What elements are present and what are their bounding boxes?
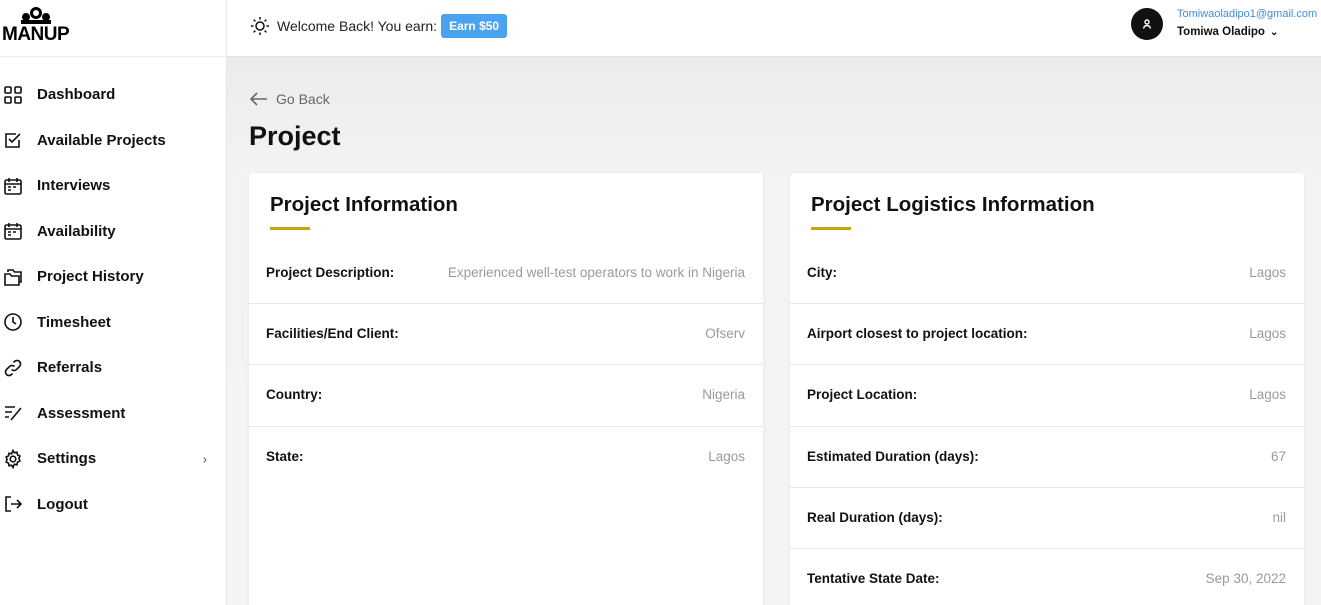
title-underline xyxy=(811,227,851,230)
info-row: Country: Nigeria xyxy=(249,365,763,427)
sidebar-item-label: Settings xyxy=(37,450,97,468)
row-label: Project Description: xyxy=(266,265,395,280)
logistics-row: Real Duration (days): nil xyxy=(790,488,1304,549)
earn-badge[interactable]: Earn $50 xyxy=(441,14,508,38)
page-title: Project xyxy=(249,121,341,151)
grid-icon xyxy=(3,85,23,105)
logistics-rows: City: Lagos Airport closest to project l… xyxy=(790,243,1304,605)
arrow-left-icon xyxy=(250,92,267,106)
sidebar-item-referrals[interactable]: Referrals xyxy=(0,345,227,391)
row-label: Estimated Duration (days): xyxy=(807,448,979,464)
checkbox-icon xyxy=(3,130,23,150)
row-value: Sep 30, 2022 xyxy=(1205,570,1286,586)
sidebar-nav: Dashboard Available Projects Interviews … xyxy=(0,72,227,527)
sidebar-item-interviews[interactable]: Interviews xyxy=(0,163,227,209)
logistics-row: Tentative State Date: Sep 30, 2022 xyxy=(790,549,1304,605)
row-value: Ofserv xyxy=(705,326,745,342)
sidebar-item-settings[interactable]: Settings › xyxy=(0,436,227,482)
logistics-row: Airport closest to project location: Lag… xyxy=(790,304,1304,366)
row-value: Lagos xyxy=(1249,326,1286,342)
gear-icon xyxy=(3,448,23,469)
sidebar: MANUP Dashboard Available Projects Inter… xyxy=(0,0,227,605)
row-value: Lagos xyxy=(708,448,745,464)
sidebar-item-availability[interactable]: Availability xyxy=(0,209,227,255)
logo[interactable]: MANUP xyxy=(0,0,227,57)
logout-icon xyxy=(3,494,23,514)
welcome-text: Welcome Back! You earn: xyxy=(277,18,438,34)
sidebar-item-logout[interactable]: Logout xyxy=(0,482,227,528)
row-label: Tentative State Date: xyxy=(807,570,940,586)
row-label: Airport closest to project location: xyxy=(807,326,1028,342)
sidebar-item-assessment[interactable]: Assessment xyxy=(0,391,227,437)
go-back-label: Go Back xyxy=(276,91,330,107)
sidebar-item-dashboard[interactable]: Dashboard xyxy=(0,72,227,118)
avatar[interactable] xyxy=(1131,8,1163,40)
user-name[interactable]: Tomiwa Oladipo ⌄ xyxy=(1177,26,1278,38)
info-rows: Project Description: Experienced well-te… xyxy=(249,243,763,488)
calendar-icon xyxy=(3,221,23,241)
topbar: Welcome Back! You earn: Earn $50 Tomiwao… xyxy=(227,0,1321,57)
info-row: Project Description: Experienced well-te… xyxy=(249,243,763,305)
sidebar-item-label: Availability xyxy=(37,222,116,240)
card-title: Project Information xyxy=(270,193,458,216)
sidebar-item-label: Dashboard xyxy=(37,86,116,104)
project-logistics-card: Project Logistics Information City: Lago… xyxy=(790,173,1304,605)
sidebar-item-project-history[interactable]: Project History xyxy=(0,254,227,300)
sidebar-item-label: Assessment xyxy=(37,404,126,422)
user-email[interactable]: Tomiwaoladipo1@gmail.com xyxy=(1177,8,1317,20)
chevron-down-icon[interactable]: ⌄ xyxy=(1270,27,1278,38)
chevron-right-icon[interactable]: › xyxy=(203,451,207,466)
logo-text: MANUP xyxy=(2,24,70,45)
sidebar-item-available-projects[interactable]: Available Projects xyxy=(0,118,227,164)
row-label: State: xyxy=(266,448,304,464)
sun-icon xyxy=(251,17,269,35)
sidebar-item-label: Logout xyxy=(37,495,88,513)
row-label: Project Location: xyxy=(807,387,918,403)
calendar-icon xyxy=(3,176,23,196)
card-title: Project Logistics Information xyxy=(811,193,1095,216)
row-label: Real Duration (days): xyxy=(807,509,943,525)
sidebar-item-label: Available Projects xyxy=(37,131,166,149)
row-label: Facilities/End Client: xyxy=(266,326,399,342)
row-value: Experienced well-test operators to work … xyxy=(447,265,745,280)
user-icon xyxy=(1142,19,1152,29)
sidebar-item-label: Timesheet xyxy=(37,313,111,331)
folders-icon xyxy=(3,267,23,287)
sidebar-item-label: Referrals xyxy=(37,359,103,377)
sidebar-item-timesheet[interactable]: Timesheet xyxy=(0,300,227,346)
row-value: nil xyxy=(1272,509,1286,525)
logistics-row: City: Lagos xyxy=(790,243,1304,305)
logistics-row: Estimated Duration (days): 67 xyxy=(790,427,1304,488)
go-back-link[interactable]: Go Back xyxy=(250,91,330,107)
sidebar-item-label: Project History xyxy=(37,268,144,286)
info-row: State: Lagos xyxy=(249,427,763,488)
row-value: Lagos xyxy=(1249,387,1286,403)
user-menu[interactable]: Tomiwaoladipo1@gmail.com Tomiwa Oladipo … xyxy=(1131,8,1321,48)
row-label: City: xyxy=(807,265,837,280)
info-row: Facilities/End Client: Ofserv xyxy=(249,304,763,366)
user-name-text: Tomiwa Oladipo xyxy=(1177,26,1265,38)
clock-icon xyxy=(3,312,23,332)
logo-people-icon xyxy=(21,7,51,24)
row-label: Country: xyxy=(266,387,323,403)
main-content: Go Back Project Project Information Proj… xyxy=(227,57,1321,605)
welcome-banner: Welcome Back! You earn: Earn $50 xyxy=(250,14,508,38)
logistics-row: Project Location: Lagos xyxy=(790,365,1304,427)
row-value: Lagos xyxy=(1249,265,1286,280)
row-value: Nigeria xyxy=(702,387,745,403)
row-value: 67 xyxy=(1270,448,1286,464)
sidebar-item-label: Interviews xyxy=(37,177,111,195)
project-information-card: Project Information Project Description:… xyxy=(249,173,763,605)
title-underline xyxy=(270,227,310,230)
link-icon xyxy=(3,358,23,378)
checklist-icon xyxy=(3,403,23,423)
